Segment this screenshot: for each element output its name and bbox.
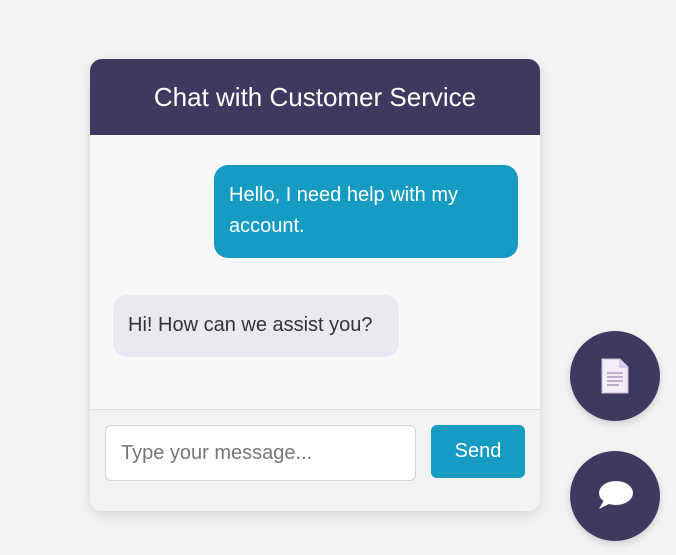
message-input[interactable]	[105, 425, 416, 481]
user-message: Hello, I need help with my account.	[214, 165, 518, 258]
chat-header: Chat with Customer Service	[90, 59, 540, 135]
send-button[interactable]: Send	[431, 425, 525, 478]
open-chat-button[interactable]	[570, 451, 660, 541]
chat-messages: Hello, I need help with my account. Hi! …	[90, 135, 540, 409]
document-button[interactable]	[570, 331, 660, 421]
document-icon	[601, 358, 629, 394]
chat-composer: Send	[90, 409, 540, 511]
chat-bubble-icon	[599, 481, 633, 509]
agent-message: Hi! How can we assist you?	[113, 295, 399, 357]
chat-title: Chat with Customer Service	[153, 81, 477, 112]
chat-widget: Chat with Customer Service Hello, I need…	[90, 59, 540, 511]
